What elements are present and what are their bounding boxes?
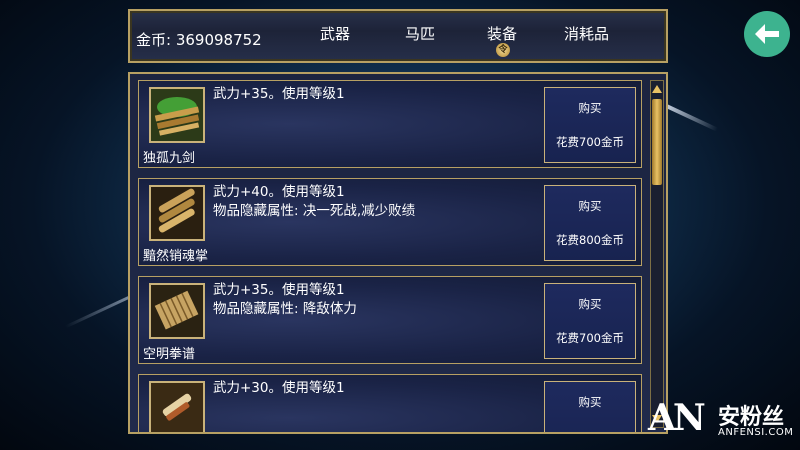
watermark-en: ANFENSI.COM xyxy=(718,427,794,438)
item-icon-bamboo-scroll xyxy=(149,283,205,339)
list-item: 空明拳谱 武力+35。使用等级1 物品隐藏属性: 降敌体力 购买 花费700金币 xyxy=(138,276,642,364)
watermark: AN 安粉丝 ANFENSI.COM xyxy=(648,397,798,447)
buy-label: 购买 xyxy=(578,297,602,311)
buy-button[interactable]: 购买 花费700金币 xyxy=(544,87,636,163)
buy-button[interactable]: 购买 花费800金币 xyxy=(544,185,636,261)
scroll-thumb[interactable] xyxy=(652,99,662,185)
item-stat: 武力+40。使用等级1 xyxy=(213,184,345,200)
back-button[interactable] xyxy=(744,11,790,57)
item-icon-scroll xyxy=(149,381,205,432)
item-icon-scroll-bundle xyxy=(149,185,205,241)
buy-button[interactable]: 购买 xyxy=(544,381,636,432)
buy-button[interactable]: 购买 花费700金币 xyxy=(544,283,636,359)
item-stat: 武力+35。使用等级1 xyxy=(213,282,345,298)
item-stat: 武力+35。使用等级1 xyxy=(213,86,345,102)
item-description: 武力+35。使用等级1 物品隐藏属性: 降敌体力 xyxy=(213,281,357,319)
item-name: 独孤九剑 xyxy=(143,151,196,166)
item-list-panel: 独孤九剑 武力+35。使用等级1 购买 花费700金币 黯然销魂掌 武力+40。… xyxy=(128,72,668,434)
price-label: 花费700金币 xyxy=(556,135,624,149)
list-item: 武力+30。使用等级1 购买 xyxy=(138,374,642,432)
light-streak-right xyxy=(661,102,719,132)
item-description: 武力+35。使用等级1 xyxy=(213,85,345,104)
list-item: 黯然销魂掌 武力+40。使用等级1 物品隐藏属性: 决一死战,减少败绩 购买 花… xyxy=(138,178,642,266)
buy-label: 购买 xyxy=(578,101,602,115)
item-stat: 武力+30。使用等级1 xyxy=(213,380,345,396)
buy-label: 购买 xyxy=(578,395,602,409)
item-name: 空明拳谱 xyxy=(143,347,196,362)
tab-equipment[interactable]: 装备 xyxy=(487,23,517,44)
item-hidden-attr: 物品隐藏属性: 决一死战,减少败绩 xyxy=(213,203,416,219)
item-name: 黯然销魂掌 xyxy=(143,249,209,264)
arrow-left-icon xyxy=(755,24,779,44)
top-bar: 金币: 369098752 武器 马匹 装备 消耗品 令 xyxy=(128,9,668,63)
item-icon-sword-scroll xyxy=(149,87,205,143)
list-item: 独孤九剑 武力+35。使用等级1 购买 花费700金币 xyxy=(138,80,642,168)
buy-label: 购买 xyxy=(578,199,602,213)
tab-weapons[interactable]: 武器 xyxy=(320,23,350,44)
scrollbar[interactable] xyxy=(650,80,664,428)
item-hidden-attr: 物品隐藏属性: 降敌体力 xyxy=(213,301,357,317)
watermark-logo: AN xyxy=(648,397,706,439)
tab-consumables[interactable]: 消耗品 xyxy=(564,23,609,44)
item-description: 武力+40。使用等级1 物品隐藏属性: 决一死战,减少败绩 xyxy=(213,183,415,221)
scroll-up-arrow-icon[interactable] xyxy=(651,83,663,95)
coin-balance: 金币: 369098752 xyxy=(136,31,262,49)
price-label: 花费800金币 xyxy=(556,233,624,247)
tab-horses[interactable]: 马匹 xyxy=(405,23,435,44)
item-description: 武力+30。使用等级1 xyxy=(213,379,345,398)
active-tab-marker: 令 xyxy=(496,43,510,57)
price-label: 花费700金币 xyxy=(556,331,624,345)
